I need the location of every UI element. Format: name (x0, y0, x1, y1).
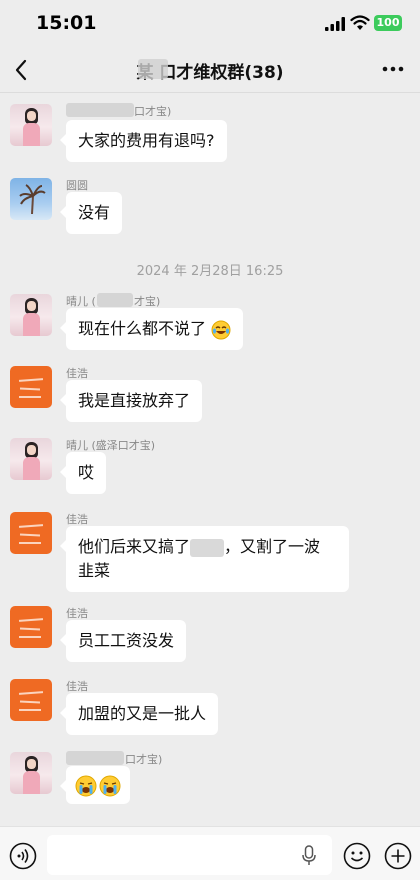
signal-icon (325, 17, 345, 31)
redaction-blur (66, 751, 124, 765)
message-text: 现在什么都不说了 (78, 319, 207, 338)
avatar[interactable] (10, 104, 52, 146)
header-divider (0, 92, 420, 93)
voice-icon[interactable] (9, 842, 37, 870)
battery-indicator: 100 (374, 15, 402, 31)
input-bar (0, 826, 420, 880)
sender-name: 晴儿 ( (66, 295, 96, 308)
avatar[interactable] (10, 294, 52, 336)
message-bubble[interactable]: 大家的费用有退吗? (60, 120, 227, 162)
redaction-blur (66, 103, 134, 117)
avatar[interactable] (10, 512, 52, 554)
emoji-icon[interactable] (343, 842, 371, 870)
timestamp: 2024 年 2月28日 16:25 (136, 264, 284, 279)
message-text: 加盟的又是一批人 (78, 704, 207, 723)
message-text: 没有 (78, 203, 111, 222)
crying-emoji (99, 775, 121, 796)
message-text: 员工工资没发 (78, 631, 175, 650)
chat-title: 某 口才维权群(38) (136, 63, 284, 83)
message-bubble[interactable]: 哎 (59, 452, 107, 494)
avatar[interactable] (10, 752, 52, 794)
plus-icon[interactable] (384, 842, 412, 870)
redaction-blur (190, 538, 225, 557)
sender-name: 佳浩 (66, 607, 88, 620)
sender-name: 口才宝) (125, 753, 163, 766)
message-bubble[interactable]: 我是直接放弃了 (59, 380, 203, 422)
crying-emoji (75, 775, 97, 796)
avatar[interactable] (10, 606, 52, 648)
message-bubble[interactable]: 员工工资没发 (59, 620, 187, 662)
message-input[interactable] (47, 835, 332, 875)
message-bubble[interactable]: 没有 (59, 192, 123, 234)
message-text: 大家的费用有退吗? (78, 131, 215, 150)
mic-icon[interactable] (301, 845, 317, 867)
avatar[interactable] (10, 178, 52, 220)
status-time: 15:01 (36, 12, 97, 34)
sender-name: 佳浩 (66, 513, 88, 526)
redaction-blur (138, 59, 168, 79)
sender-name: 晴儿 (盛泽口才宝) (66, 439, 156, 452)
redaction-blur (97, 293, 133, 307)
laugh-cry-emoji (211, 320, 231, 339)
sender-name: 佳浩 (66, 367, 88, 380)
more-icon[interactable] (382, 66, 404, 72)
message-text: 哎 (78, 463, 95, 482)
chat-header: 某 口才维权群(38) (0, 48, 420, 92)
avatar[interactable] (10, 366, 52, 408)
message-text-part2: ，又割了一波 (224, 537, 321, 556)
status-bar: 15:01 100 (0, 0, 420, 48)
sender-name-suffix: 才宝) (134, 295, 161, 308)
wifi-icon (350, 15, 370, 30)
sender-name: 佳浩 (66, 680, 88, 693)
message-text-part1: 他们后来又搞了 (78, 537, 191, 556)
message-text: 我是直接放弃了 (78, 391, 191, 410)
sender-name: 口才宝) (134, 105, 172, 118)
message-bubble[interactable]: 加盟的又是一批人 (59, 693, 219, 735)
message-bubble[interactable] (60, 766, 130, 804)
message-text-line2: 韭菜 (78, 561, 111, 580)
avatar[interactable] (10, 438, 52, 480)
message-bubble[interactable]: 现在什么都不说了 (59, 308, 244, 350)
sender-name: 圆圆 (66, 179, 88, 192)
avatar[interactable] (10, 679, 52, 721)
message-bubble[interactable]: 他们后来又搞了 ，又割了一波 韭菜 (60, 526, 349, 592)
